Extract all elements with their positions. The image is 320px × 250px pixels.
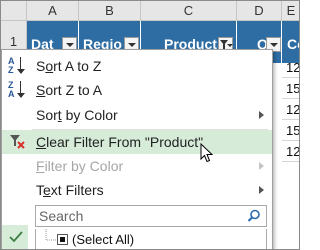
menu-item-sort-a-to-z[interactable]: A Z Sort A to Z bbox=[2, 54, 272, 78]
table-cell[interactable]: 15 bbox=[282, 78, 299, 99]
column-header-e[interactable]: E bbox=[282, 1, 299, 21]
excel-window: A B C D E 1 Dat Regio Product Qt Co 12 1… bbox=[0, 0, 300, 250]
table-cell[interactable]: 12 bbox=[282, 99, 299, 120]
sort-arrow-head bbox=[17, 69, 25, 74]
menu-item-clear-filter[interactable]: Clear Filter From "Product" bbox=[2, 130, 272, 154]
dropdown-arrow-icon bbox=[227, 44, 233, 47]
submenu-arrow-icon bbox=[259, 111, 264, 119]
table-cell[interactable]: 12 bbox=[282, 57, 299, 78]
column-header-d[interactable]: D bbox=[237, 1, 282, 21]
column-header-b[interactable]: B bbox=[79, 1, 141, 21]
menu-item-label: Clear Filter From "Product" bbox=[36, 134, 204, 150]
checkmark-icon bbox=[9, 231, 23, 243]
sort-arrow-head bbox=[17, 93, 25, 98]
search-icon[interactable] bbox=[247, 209, 261, 223]
dropdown-arrow-icon bbox=[128, 43, 136, 47]
menu-item-label: Filter by Color bbox=[36, 158, 124, 174]
mouse-cursor-icon bbox=[200, 143, 214, 163]
checkmark-gutter bbox=[2, 225, 28, 249]
menu-item-label: Sort Z to A bbox=[36, 82, 103, 98]
tree-connector bbox=[45, 229, 56, 241]
select-all-checkbox[interactable] bbox=[57, 234, 68, 245]
search-placeholder: Search bbox=[39, 208, 84, 224]
menu-item-sort-z-to-a[interactable]: Z A Sort Z to A bbox=[2, 78, 272, 102]
menu-item-label: Text Filters bbox=[36, 182, 104, 198]
submenu-arrow-icon bbox=[259, 186, 264, 194]
search-input[interactable]: Search bbox=[35, 205, 267, 227]
autofilter-menu: A Z Sort A to Z Z A Sort Z to A Sort by … bbox=[1, 49, 273, 249]
indeterminate-fill bbox=[60, 237, 65, 242]
select-all-corner[interactable] bbox=[1, 1, 27, 21]
column-header-c[interactable]: C bbox=[141, 1, 237, 21]
table-cell[interactable]: 12 bbox=[282, 141, 299, 162]
value-list: (Select All) bbox=[35, 229, 267, 249]
table-header-label: Co bbox=[287, 36, 299, 52]
menu-item-filter-by-color: Filter by Color bbox=[2, 154, 272, 178]
dropdown-arrow-icon bbox=[66, 43, 74, 47]
column-header-a[interactable]: A bbox=[27, 1, 79, 21]
select-all-label[interactable]: (Select All) bbox=[72, 232, 134, 247]
menu-item-label: Sort A to Z bbox=[36, 58, 102, 74]
sort-z-a-icon: Z A bbox=[8, 80, 28, 100]
table-cell[interactable]: 15 bbox=[282, 120, 299, 141]
clear-filter-icon bbox=[10, 135, 25, 149]
dropdown-arrow-icon bbox=[270, 43, 278, 47]
menu-item-text-filters[interactable]: Text Filters bbox=[2, 178, 272, 202]
submenu-arrow-icon bbox=[259, 162, 264, 170]
sort-a-z-icon: A Z bbox=[8, 56, 28, 76]
menu-item-label: Sort by Color bbox=[36, 107, 118, 123]
menu-item-sort-by-color[interactable]: Sort by Color bbox=[2, 103, 272, 127]
